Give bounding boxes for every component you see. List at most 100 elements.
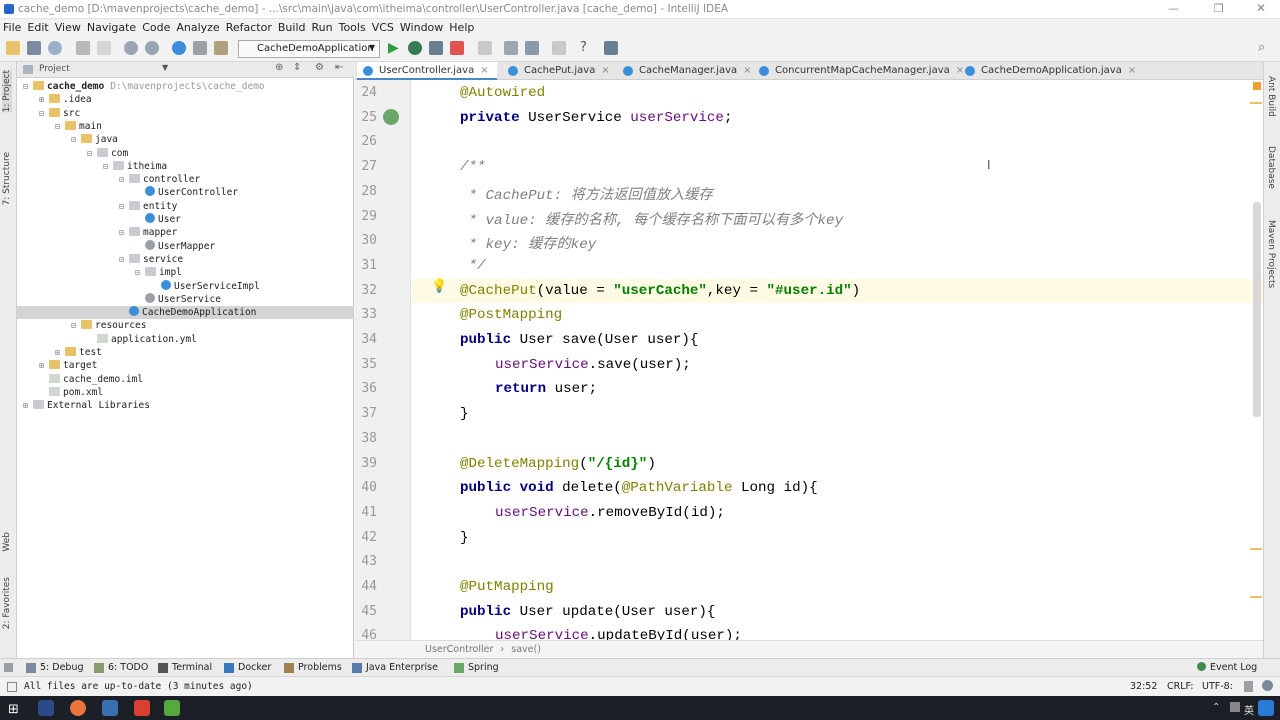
code-line[interactable]: * value: 缓存的名称, 每个缓存名称下面可以有多个key (460, 209, 844, 229)
undo-icon[interactable] (76, 41, 90, 55)
lock-icon[interactable] (1244, 681, 1253, 692)
code-line[interactable]: * key: 缓存的key (460, 233, 597, 253)
view-dropdown-icon[interactable]: ▼ (162, 63, 168, 72)
tree-item[interactable]: ⊟ service (17, 253, 354, 266)
tree-item[interactable]: ⊟ mapper (17, 226, 354, 239)
inspector-icon[interactable] (1262, 680, 1273, 691)
tool-window-button[interactable]: Spring (468, 662, 499, 673)
tree-item[interactable]: UserController (17, 186, 354, 199)
expand-icon[interactable]: ⊞ (23, 399, 33, 412)
menu-item-build[interactable]: Build (275, 19, 309, 34)
collapse-icon[interactable]: ⊟ (135, 266, 145, 279)
collapse-icon[interactable]: ⊟ (87, 147, 97, 160)
editor-tab[interactable]: CachePut.java × (502, 62, 612, 80)
tree-item[interactable]: UserMapper (17, 239, 354, 253)
menu-item-navigate[interactable]: Navigate (84, 19, 139, 34)
maximize-icon[interactable]: ❐ (1214, 2, 1224, 15)
code-line[interactable]: @Autowired (460, 85, 545, 101)
warning-indicator-icon[interactable] (1253, 82, 1261, 90)
run-configuration-select[interactable]: CacheDemoApplication ▼ (238, 40, 380, 58)
wps-task-icon[interactable] (134, 700, 150, 716)
status-square-icon[interactable] (7, 682, 17, 692)
collapse-icon[interactable]: ⊟ (23, 80, 33, 93)
vertical-scrollbar[interactable] (1253, 202, 1261, 417)
tool-window-button[interactable]: Problems (298, 662, 342, 673)
replace-icon[interactable] (145, 41, 159, 55)
tree-item[interactable]: UserService (17, 292, 354, 306)
tree-item[interactable]: ⊟ src (17, 107, 354, 120)
sync-icon[interactable] (48, 41, 62, 55)
code-line[interactable]: @PostMapping (460, 307, 562, 323)
ime-icon[interactable]: 英 (1244, 702, 1254, 717)
close-tab-icon[interactable]: × (480, 65, 488, 76)
open-icon[interactable] (6, 41, 20, 55)
editor-tab[interactable]: ConcurrentMapCacheManager.java × (753, 62, 964, 80)
tree-item[interactable]: cache_demo.iml (17, 373, 354, 386)
database-tool-tab[interactable]: Database (1266, 146, 1276, 189)
editor-tab[interactable]: CacheManager.java × (617, 62, 752, 80)
tree-item[interactable]: ⊟ impl (17, 266, 354, 279)
code-line[interactable]: private UserService userService; (460, 110, 732, 126)
debug-icon[interactable] (408, 41, 422, 55)
tree-item[interactable]: ⊞ target (17, 359, 354, 372)
collapse-icon[interactable]: ⊟ (39, 107, 49, 120)
breadcrumb-class[interactable]: UserController (425, 644, 493, 655)
run-icon[interactable]: ▶ (388, 40, 399, 56)
code-line[interactable]: userService.save(user); (495, 357, 691, 373)
tree-item[interactable]: User (17, 213, 354, 226)
lightbulb-icon[interactable]: 💡 (431, 279, 447, 294)
copy-icon[interactable] (193, 41, 207, 55)
spring-bean-gutter-icon[interactable] (383, 109, 399, 125)
tree-item[interactable]: ⊟ java (17, 133, 354, 146)
save-all-icon[interactable] (27, 41, 41, 55)
menu-item-help[interactable]: Help (446, 19, 477, 34)
tree-item[interactable]: pom.xml (17, 386, 354, 399)
search-everywhere-icon[interactable]: ⌕ (1258, 40, 1265, 55)
tool-window-button[interactable]: Terminal (172, 662, 212, 673)
find-icon[interactable] (124, 41, 138, 55)
code-line[interactable]: userService.removeById(id); (495, 505, 725, 521)
tree-item[interactable]: ⊟ entity (17, 200, 354, 213)
tree-item[interactable]: ⊟ cache_demo D:\mavenprojects\cache_demo (17, 80, 354, 93)
code-line[interactable]: @PutMapping (460, 579, 554, 595)
caret-position[interactable]: 32:52 (1130, 681, 1157, 692)
menu-item-view[interactable]: View (52, 19, 84, 34)
editor-tab[interactable]: UserController.java × (357, 62, 497, 80)
close-tab-icon[interactable]: × (1128, 65, 1136, 76)
menu-item-window[interactable]: Window (397, 19, 446, 34)
ant-build-tool-tab[interactable]: Ant Build (1266, 76, 1276, 117)
code-line[interactable]: * CachePut: 将方法返回值放入缓存 (460, 184, 713, 204)
collapse-all-icon[interactable]: ⇕ (293, 62, 301, 73)
structure-tool-tab[interactable]: 7: Structure (2, 152, 12, 206)
tree-item[interactable]: ⊟ main (17, 120, 354, 133)
code-line[interactable]: @DeleteMapping("/{id}") (460, 456, 656, 472)
tree-item[interactable]: CacheDemoApplication (17, 306, 354, 320)
expand-icon[interactable]: ⊞ (39, 359, 49, 372)
tool-window-button[interactable]: 6: TODO (108, 662, 148, 673)
error-stripe-mark[interactable] (1250, 102, 1262, 104)
gear-icon[interactable]: ⚙ (315, 62, 324, 73)
collapse-icon[interactable]: ⊟ (71, 133, 81, 146)
settings-icon[interactable] (504, 41, 518, 55)
rerun-icon[interactable] (478, 41, 492, 55)
coverage-icon[interactable] (429, 41, 443, 55)
editor-tab[interactable]: CacheDemoApplication.java × (959, 62, 1136, 80)
code-line[interactable]: } (460, 530, 469, 546)
breadcrumb-method[interactable]: save() (511, 644, 541, 655)
collapse-icon[interactable]: ⊟ (103, 160, 113, 173)
code-line[interactable]: public User save(User user){ (460, 332, 698, 348)
toggle-tool-windows-icon[interactable] (4, 663, 13, 672)
intellij-task-icon[interactable] (38, 700, 54, 716)
file-encoding[interactable]: UTF-8: (1202, 681, 1233, 692)
tree-item[interactable]: ⊟ controller (17, 173, 354, 186)
sdk-icon[interactable] (604, 41, 618, 55)
menu-item-code[interactable]: Code (139, 19, 173, 34)
menu-item-edit[interactable]: Edit (24, 19, 51, 34)
code-line[interactable]: */ (460, 258, 486, 274)
close-tab-icon[interactable]: × (601, 65, 609, 76)
locate-icon[interactable]: ⊕ (275, 62, 283, 73)
error-stripe-mark[interactable] (1250, 548, 1262, 550)
tree-item[interactable]: ⊟ resources (17, 319, 354, 332)
code-line[interactable]: public User update(User user){ (460, 604, 715, 620)
line-separator[interactable]: CRLF: (1167, 681, 1193, 692)
